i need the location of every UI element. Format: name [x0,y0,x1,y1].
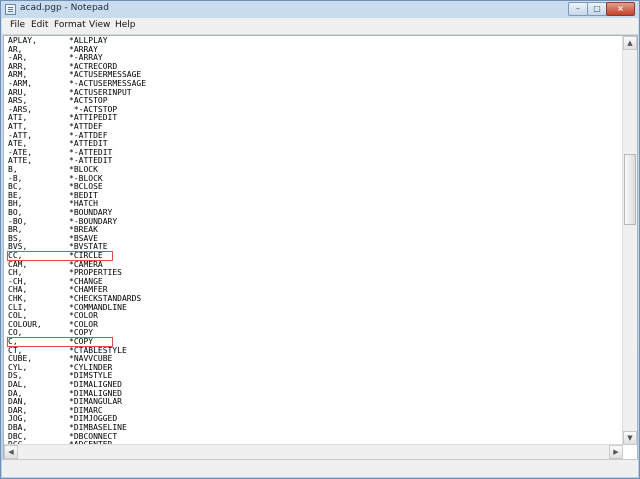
menu-bar: File Edit Format View Help [2,18,638,35]
vertical-scrollbar[interactable]: ▲ ▼ [622,36,637,445]
vertical-scroll-thumb[interactable] [624,154,636,225]
title-bar[interactable]: acad.pgp - Notepad – □ × [1,1,639,18]
notepad-window: acad.pgp - Notepad – □ × File Edit Forma… [0,0,640,479]
scroll-right-arrow-icon[interactable]: ▶ [609,445,623,459]
window-title: acad.pgp - Notepad [20,3,109,13]
scroll-up-arrow-icon[interactable]: ▲ [623,36,637,50]
editor-text-area[interactable]: APLAY, *ALLPLAY AR, *ARRAY -AR, *-ARRAY ARR, *A… [7,36,624,459]
menu-help[interactable]: Help [115,20,136,30]
maximize-button[interactable]: □ [587,2,607,16]
minimize-button[interactable]: – [568,2,588,16]
close-button[interactable]: × [606,2,635,16]
menu-file[interactable]: File [10,20,25,30]
menu-format[interactable]: Format [54,20,86,30]
scroll-left-arrow-icon[interactable]: ◀ [4,445,18,459]
menu-edit[interactable]: Edit [31,20,48,30]
status-bar [2,459,638,477]
scroll-down-arrow-icon[interactable]: ▼ [623,431,637,445]
menu-view[interactable]: View [89,20,110,30]
text-editor[interactable]: APLAY, *ALLPLAY AR, *ARRAY -AR, *-ARRAY ARR, *A… [3,35,638,460]
horizontal-scrollbar[interactable]: ◀ ▶ [4,444,623,459]
notepad-icon [5,4,16,15]
